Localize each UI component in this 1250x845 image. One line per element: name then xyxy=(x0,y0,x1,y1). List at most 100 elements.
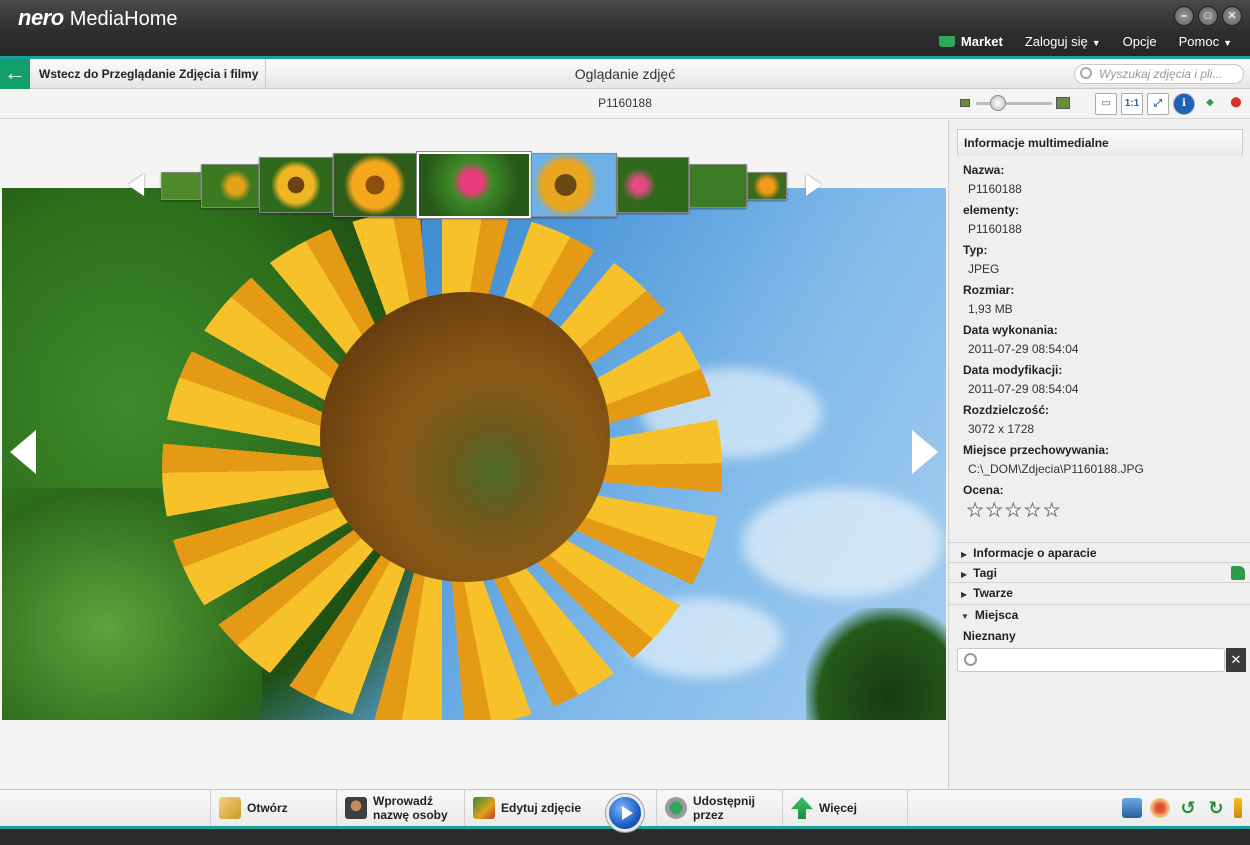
rating-label: Ocena: xyxy=(963,483,1004,497)
back-button[interactable]: Wstecz do Przeglądanie Zdjęcia i filmy xyxy=(30,59,266,89)
property-value: 2011-07-29 08:54:04 xyxy=(968,382,1079,396)
section-faces[interactable]: ▶ Twarze xyxy=(949,582,1250,602)
property-label: Typ: xyxy=(963,243,988,257)
search-icon xyxy=(964,653,977,666)
property-value: 2011-07-29 08:54:04 xyxy=(968,342,1079,356)
sunflower-disk xyxy=(320,292,610,582)
property-value: 1,93 MB xyxy=(968,302,1013,316)
market-button[interactable]: Market xyxy=(938,34,1003,49)
play-slideshow-button[interactable] xyxy=(606,794,644,832)
zoom-out-icon[interactable] xyxy=(960,99,970,107)
monitor-icon[interactable] xyxy=(1122,798,1142,818)
place-value: Nieznany xyxy=(963,629,1016,643)
property-label: Rozdzielczość: xyxy=(963,403,1050,417)
play-icon xyxy=(622,806,633,820)
thumbnail[interactable] xyxy=(747,172,787,200)
thumbnail[interactable] xyxy=(689,164,747,208)
section-tags[interactable]: ▶ Tagi xyxy=(949,562,1250,582)
zoom-slider[interactable] xyxy=(960,95,1072,111)
chevron-down-icon: ▼ xyxy=(1091,38,1101,48)
minimize-icon[interactable]: – xyxy=(1174,6,1194,26)
tab-media-info[interactable]: Informacje multimedialne xyxy=(957,129,1243,156)
rotate-right-icon[interactable]: ↻ xyxy=(1206,798,1226,818)
viewer-toolbar: P1160188 ▭ 1:1 ⤢ i ◆ ⬤ xyxy=(0,89,1250,119)
zoom-track[interactable] xyxy=(976,102,1052,105)
clear-place-button[interactable]: ✕ xyxy=(1226,648,1246,672)
section-camera-info[interactable]: ▶ Informacje o aparacie xyxy=(949,542,1250,562)
tag-person-icon[interactable]: ◆ xyxy=(1199,93,1221,115)
up-arrow-icon xyxy=(791,797,813,819)
zoom-handle[interactable] xyxy=(990,95,1006,111)
thumbnail[interactable] xyxy=(259,157,333,213)
top-menu: Market Zaloguj się ▼ Opcje Pomoc ▼ xyxy=(938,34,1232,49)
close-icon[interactable]: ✕ xyxy=(1222,6,1242,26)
paint-icon[interactable] xyxy=(1150,798,1170,818)
login-menu[interactable]: Zaloguj się ▼ xyxy=(1025,34,1101,49)
more-button[interactable]: Więcej xyxy=(782,790,908,826)
place-search-input[interactable] xyxy=(957,648,1225,672)
open-button[interactable]: Otwórz xyxy=(210,790,336,826)
fullscreen-icon[interactable]: ⤢ xyxy=(1147,93,1169,115)
tag-icon[interactable] xyxy=(1231,566,1245,580)
chevron-down-icon: ▼ xyxy=(1223,38,1232,48)
thumbnail[interactable] xyxy=(161,172,201,200)
info-icon[interactable]: i xyxy=(1173,93,1195,115)
search-placeholder: Wyszukaj zdjęcia i pli... xyxy=(1099,67,1223,81)
rotate-left-icon[interactable]: ↺ xyxy=(1178,798,1198,818)
property-date-modified: Data modyfikacji: 2011-07-29 08:54:04 xyxy=(963,362,1243,402)
property-value: P1160188 xyxy=(968,182,1022,196)
market-label: Market xyxy=(960,34,1003,49)
maximize-icon[interactable]: □ xyxy=(1198,6,1218,26)
property-rating: Ocena: ★ ★ ★ ★ ★ xyxy=(963,482,1243,522)
share-button[interactable]: Udostępnij przez xyxy=(656,790,782,826)
options-menu[interactable]: Opcje xyxy=(1123,34,1157,49)
property-label: Miejsce przechowywania: xyxy=(963,443,1110,457)
app-logo: nero MediaHome xyxy=(18,5,178,31)
filmstrip-next-button[interactable] xyxy=(806,174,822,196)
section-places[interactable]: ▼ Miejsca xyxy=(949,604,1250,624)
fit-window-icon[interactable]: ▭ xyxy=(1095,93,1117,115)
share-label: Udostępnij przez xyxy=(693,794,755,822)
thumbnail-selected[interactable] xyxy=(416,151,532,219)
star-icon[interactable]: ★ xyxy=(1005,500,1022,521)
star-icon[interactable]: ★ xyxy=(986,500,1003,521)
more-label: Więcej xyxy=(819,801,857,815)
collapse-icon: ▼ xyxy=(961,612,969,621)
filmstrip xyxy=(0,151,948,222)
property-label: Data wykonania: xyxy=(963,323,1058,337)
previous-photo-button[interactable] xyxy=(10,430,36,474)
property-elements: elementy: P1160188 xyxy=(963,202,1243,242)
filmstrip-prev-button[interactable] xyxy=(128,174,144,196)
login-label: Zaloguj się xyxy=(1024,34,1088,49)
edit-photo-button[interactable]: Edytuj zdjęcie xyxy=(464,790,592,826)
next-photo-button[interactable] xyxy=(912,430,938,474)
navigation-bar: ← Wstecz do Przeglądanie Zdjęcia i filmy… xyxy=(0,56,1250,89)
property-location: Miejsce przechowywania: C:\_DOM\Zdjecia\… xyxy=(963,442,1243,482)
help-menu[interactable]: Pomoc ▼ xyxy=(1179,34,1232,49)
marker-icon[interactable] xyxy=(1234,798,1242,818)
zoom-in-icon[interactable] xyxy=(1056,97,1070,109)
star-icon[interactable]: ★ xyxy=(1024,500,1041,521)
info-panel: Informacje multimedialne Nazwa: P1160188… xyxy=(948,120,1250,789)
star-icon[interactable]: ★ xyxy=(966,500,983,521)
thumbnail[interactable] xyxy=(531,153,617,217)
name-person-line1: Wprowadź xyxy=(373,794,433,808)
cloud xyxy=(742,488,942,598)
property-value: P1160188 xyxy=(968,222,1022,236)
trees xyxy=(806,608,946,720)
property-value: JPEG xyxy=(968,262,1000,276)
search-input[interactable]: Wyszukaj zdjęcia i pli... xyxy=(1074,64,1244,84)
title-bar: nero MediaHome – □ ✕ Market Zaloguj się ▼ … xyxy=(0,0,1250,56)
property-label: Rozmiar: xyxy=(963,283,1015,297)
name-person-button[interactable]: Wprowadź nazwę osoby xyxy=(336,790,464,826)
star-icon[interactable]: ★ xyxy=(1043,500,1060,521)
thumbnail[interactable] xyxy=(617,157,689,213)
location-pin-icon[interactable]: ⬤ xyxy=(1225,93,1247,115)
expand-icon: ▶ xyxy=(961,590,968,599)
back-arrow-icon[interactable]: ← xyxy=(0,59,30,89)
property-value: C:\_DOM\Zdjecia\P1160188.JPG xyxy=(968,462,1144,476)
section-label: Tagi xyxy=(973,566,997,580)
thumbnail[interactable] xyxy=(333,153,417,217)
actual-size-icon[interactable]: 1:1 xyxy=(1121,93,1143,115)
thumbnail[interactable] xyxy=(201,164,259,208)
